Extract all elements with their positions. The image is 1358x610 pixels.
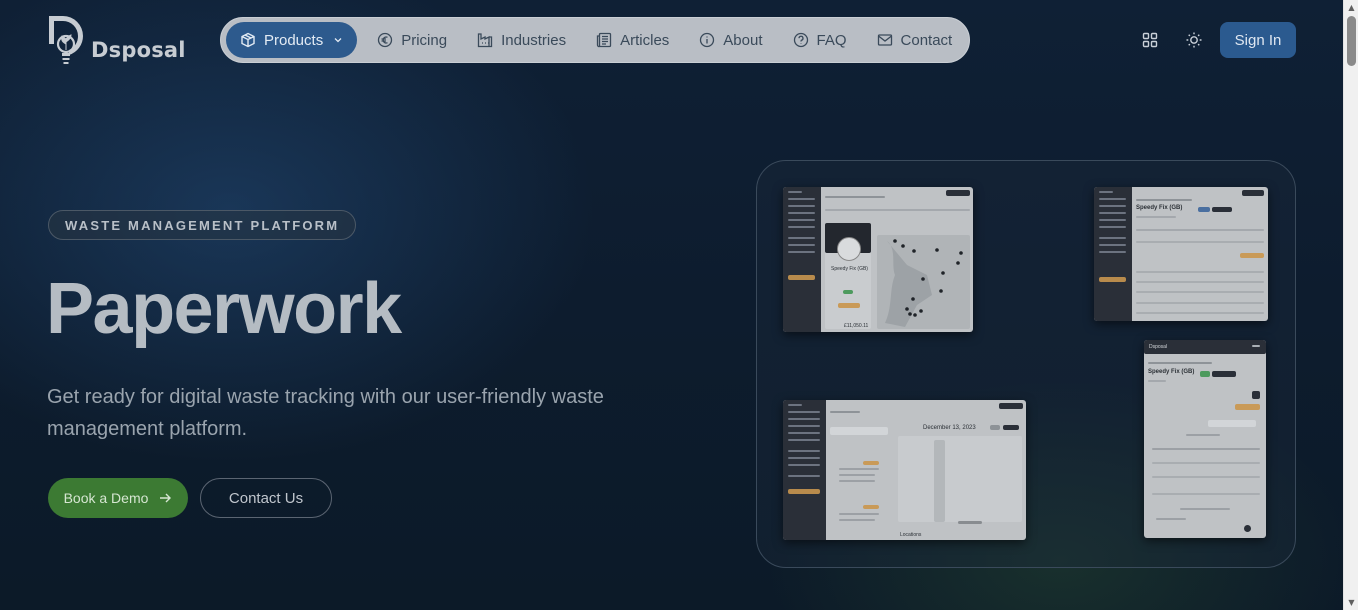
hero-subtitle: Get ready for digital waste tracking wit… (47, 386, 604, 440)
nav-item-industries[interactable]: Industries (477, 22, 566, 58)
arrow-right-icon (158, 491, 172, 505)
help-circle-icon (793, 32, 809, 48)
scroll-up-icon[interactable]: ▲ (1344, 0, 1358, 15)
detail-view-screenshot: Speedy Fix (GB) (1094, 187, 1268, 321)
info-icon (699, 32, 715, 48)
nav-item-products[interactable]: Products (226, 22, 358, 58)
nav-label-about: About (723, 31, 763, 49)
nav-item-pricing[interactable]: Pricing (377, 22, 447, 58)
page-scrollbar[interactable]: ▲ ▼ (1343, 0, 1358, 610)
scrollbar-thumb[interactable] (1347, 16, 1356, 66)
euro-icon (377, 32, 393, 48)
main-nav: Products Pricing Industries Articles Abo… (220, 17, 970, 63)
sun-icon[interactable] (1185, 31, 1203, 49)
product-showcase: Speedy Fix (GB) £11,050.11 Speedy Fix (G… (756, 160, 1296, 568)
nav-label-pricing: Pricing (401, 31, 448, 49)
detail-company-name: Speedy Fix (GB) (1136, 205, 1183, 211)
factory-icon (477, 32, 493, 48)
box-icon (240, 32, 256, 48)
nav-item-about[interactable]: About (699, 22, 763, 58)
nav-label-articles: Articles (620, 31, 670, 49)
contact-us-button[interactable]: Contact Us (200, 478, 332, 518)
map-view-screenshot: Speedy Fix (GB) £11,050.11 (783, 187, 973, 332)
nav-label-faq: FAQ (816, 31, 847, 49)
nav-item-contact[interactable]: Contact (877, 22, 953, 58)
mobile-view-screenshot: Dsposal Speedy Fix (GB) (1144, 340, 1266, 538)
mobile-company-name: Speedy Fix (GB) (1148, 369, 1195, 375)
brand-logo[interactable]: Dsposal (47, 14, 186, 66)
mail-icon (877, 32, 893, 48)
scroll-down-icon[interactable]: ▼ (1344, 595, 1358, 610)
calendar-view-screenshot: December 13, 2023 Locations (783, 400, 1026, 540)
map-markers (885, 239, 963, 327)
map-company-name: Speedy Fix (GB) (831, 266, 868, 272)
chevron-down-icon (333, 35, 343, 45)
book-demo-button[interactable]: Book a Demo (48, 478, 188, 518)
nav-item-articles[interactable]: Articles (596, 22, 669, 58)
page: Dsposal Products Pricing Industries Arti… (0, 0, 1343, 610)
calendar-date: December 13, 2023 (923, 425, 976, 431)
book-demo-label: Book a Demo (63, 490, 149, 506)
nav-label-products: Products (264, 31, 324, 49)
nav-label-contact: Contact (900, 31, 953, 49)
nav-label-industries: Industries (501, 31, 567, 49)
map-amount: £11,050.11 (844, 323, 869, 329)
newspaper-icon (596, 32, 612, 48)
grid-icon[interactable] (1141, 31, 1159, 49)
hero-tag: WASTE MANAGEMENT PLATFORM (48, 210, 357, 240)
sign-in-button[interactable]: Sign In (1220, 22, 1296, 58)
mobile-brand: Dsposal (1149, 344, 1168, 350)
calendar-section-title: Locations (900, 532, 922, 538)
nav-item-faq[interactable]: FAQ (793, 22, 847, 58)
dsposal-logo-icon (49, 16, 83, 64)
hero-headline: Paperwork (46, 269, 402, 349)
brand-name: Dsposal (91, 38, 186, 62)
